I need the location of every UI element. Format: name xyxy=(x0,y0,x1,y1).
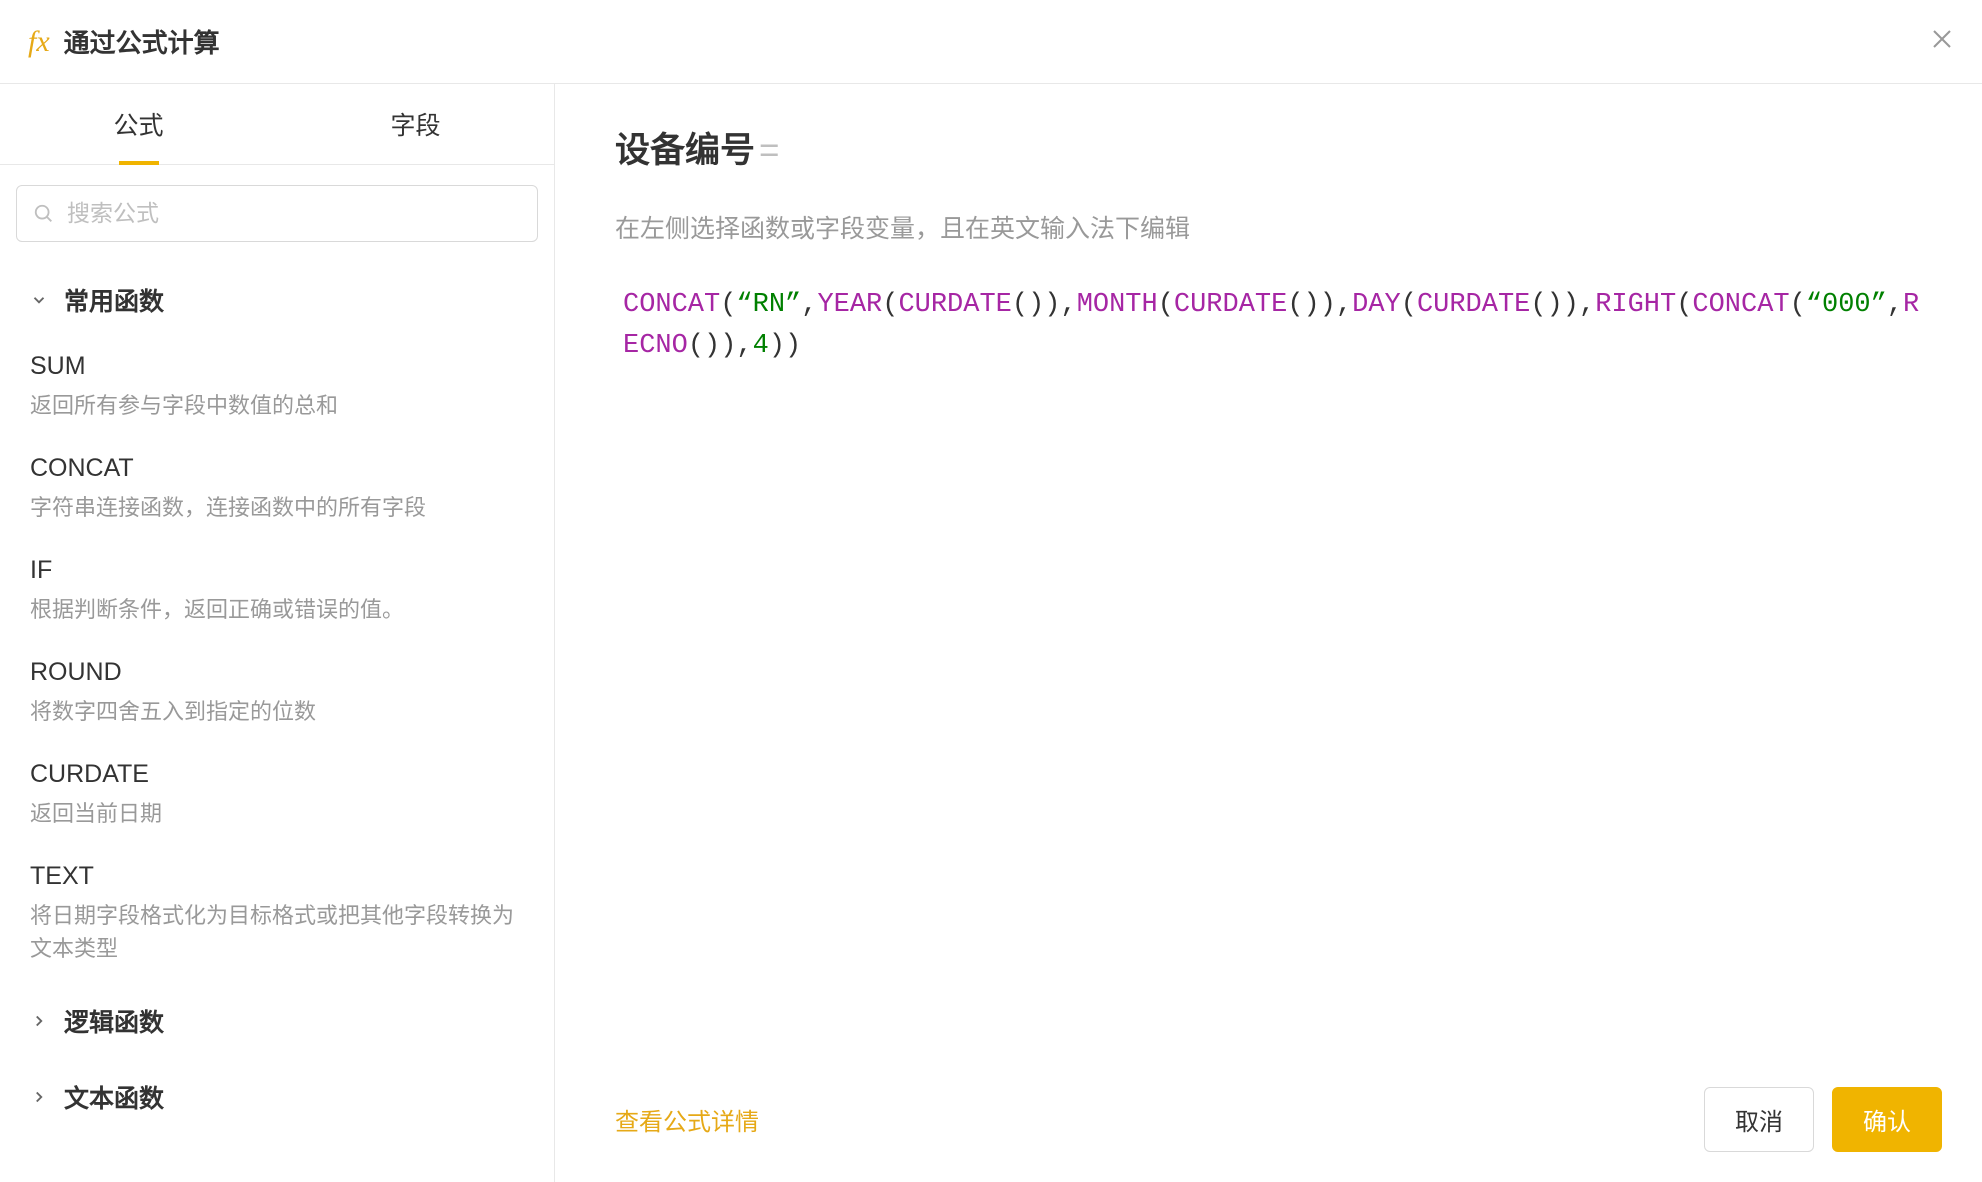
formula-token-paren: ( xyxy=(1790,290,1806,320)
cancel-button[interactable]: 取消 xyxy=(1704,1087,1814,1152)
func-name: CURDATE xyxy=(30,760,524,789)
formula-token-fn: YEAR xyxy=(817,290,882,320)
formula-token-paren: ) xyxy=(1044,290,1060,320)
func-item-round[interactable]: ROUND 将数字四舍五入到指定的位数 xyxy=(30,644,524,746)
field-name: 设备编号 xyxy=(615,131,755,170)
confirm-button[interactable]: 确认 xyxy=(1832,1087,1942,1152)
formula-token-paren: () xyxy=(1287,290,1319,320)
func-desc: 返回当前日期 xyxy=(30,797,524,830)
formula-token-paren: ( xyxy=(1401,290,1417,320)
formula-token-paren: ( xyxy=(1158,290,1174,320)
func-name: CONCAT xyxy=(30,454,524,483)
func-item-concat[interactable]: CONCAT 字符串连接函数，连接函数中的所有字段 xyxy=(30,440,524,542)
formula-token-paren: ) xyxy=(1320,290,1336,320)
formula-token-comma: , xyxy=(1060,290,1076,320)
function-list: 常用函数 SUM 返回所有参与字段中数值的总和 CONCAT 字符串连接函数，连… xyxy=(0,262,554,1182)
formula-token-fn: CURDATE xyxy=(1417,290,1530,320)
formula-token-paren: ) xyxy=(720,331,736,361)
search-icon xyxy=(33,203,55,225)
header-left: fx 通过公式计算 xyxy=(28,23,220,60)
func-desc: 返回所有参与字段中数值的总和 xyxy=(30,389,524,422)
formula-token-paren: ( xyxy=(720,290,736,320)
func-item-if[interactable]: IF 根据判断条件，返回正确或错误的值。 xyxy=(30,542,524,644)
category-label: 常用函数 xyxy=(64,282,164,318)
formula-token-paren: ( xyxy=(882,290,898,320)
formula-token-comma: , xyxy=(1887,290,1903,320)
category-text[interactable]: 文本函数 xyxy=(30,1059,524,1135)
formula-token-comma: , xyxy=(736,331,752,361)
func-desc: 字符串连接函数，连接函数中的所有字段 xyxy=(30,491,524,524)
func-desc: 将数字四舍五入到指定的位数 xyxy=(30,695,524,728)
formula-token-fn: CURDATE xyxy=(1174,290,1287,320)
category-common[interactable]: 常用函数 xyxy=(30,262,524,338)
formula-token-paren: ) xyxy=(1563,290,1579,320)
func-name: TEXT xyxy=(30,862,524,891)
tabs: 公式 字段 xyxy=(0,84,554,165)
formula-token-paren: ) xyxy=(785,331,801,361)
formula-token-fn: DAY xyxy=(1352,290,1401,320)
category-label: 逻辑函数 xyxy=(64,1003,164,1039)
footer-buttons: 取消 确认 xyxy=(1704,1087,1942,1152)
func-item-sum[interactable]: SUM 返回所有参与字段中数值的总和 xyxy=(30,338,524,440)
formula-token-fn: CURDATE xyxy=(898,290,1011,320)
content-area: 设备编号= 在左侧选择函数或字段变量，且在英文输入法下编辑 CONCAT(“RN… xyxy=(555,84,1982,1182)
field-title: 设备编号= xyxy=(615,122,1922,173)
formula-token-fn: MONTH xyxy=(1077,290,1158,320)
equals-sign: = xyxy=(759,131,779,170)
func-item-text[interactable]: TEXT 将日期字段格式化为目标格式或把其他字段转换为文本类型 xyxy=(30,848,524,983)
dialog-header: fx 通过公式计算 xyxy=(0,0,1982,84)
sidebar: 公式 字段 常用函数 SUM 返回所有参与字段中数值的总和 xyxy=(0,84,555,1182)
formula-token-paren: ( xyxy=(1676,290,1692,320)
func-desc: 将日期字段格式化为目标格式或把其他字段转换为文本类型 xyxy=(30,899,524,965)
formula-token-comma: , xyxy=(801,290,817,320)
tab-formula[interactable]: 公式 xyxy=(0,84,277,164)
formula-token-str: “RN” xyxy=(736,290,801,320)
func-desc: 根据判断条件，返回正确或错误的值。 xyxy=(30,593,524,626)
formula-editor[interactable]: CONCAT(“RN”,YEAR(CURDATE()),MONTH(CURDAT… xyxy=(615,285,1922,366)
formula-token-paren: () xyxy=(1012,290,1044,320)
func-name: IF xyxy=(30,556,524,585)
formula-token-comma: , xyxy=(1579,290,1595,320)
formula-token-paren: () xyxy=(688,331,720,361)
func-item-curdate[interactable]: CURDATE 返回当前日期 xyxy=(30,746,524,848)
tab-field[interactable]: 字段 xyxy=(277,84,554,164)
search-box[interactable] xyxy=(16,185,538,242)
footer: 查看公式详情 取消 确认 xyxy=(615,1087,1942,1152)
func-name: SUM xyxy=(30,352,524,381)
editor-hint: 在左侧选择函数或字段变量，且在英文输入法下编辑 xyxy=(615,209,1922,245)
formula-token-paren: () xyxy=(1530,290,1562,320)
formula-token-fn: CONCAT xyxy=(623,290,720,320)
main-area: 公式 字段 常用函数 SUM 返回所有参与字段中数值的总和 xyxy=(0,84,1982,1182)
category-label: 文本函数 xyxy=(64,1079,164,1115)
formula-token-num: 4 xyxy=(753,331,769,361)
formula-token-str: “000” xyxy=(1806,290,1887,320)
chevron-down-icon xyxy=(30,291,50,309)
formula-token-paren: ) xyxy=(769,331,785,361)
dialog-title: 通过公式计算 xyxy=(64,23,220,60)
category-logic[interactable]: 逻辑函数 xyxy=(30,983,524,1059)
formula-token-comma: , xyxy=(1336,290,1352,320)
func-name: ROUND xyxy=(30,658,524,687)
search-wrap xyxy=(0,165,554,262)
formula-detail-link[interactable]: 查看公式详情 xyxy=(615,1102,759,1137)
formula-token-fn: CONCAT xyxy=(1692,290,1789,320)
search-input[interactable] xyxy=(67,200,521,227)
formula-token-fn: RIGHT xyxy=(1595,290,1676,320)
close-icon[interactable] xyxy=(1930,27,1954,56)
chevron-right-icon xyxy=(30,1012,50,1030)
chevron-right-icon xyxy=(30,1088,50,1106)
fx-icon: fx xyxy=(28,25,50,59)
